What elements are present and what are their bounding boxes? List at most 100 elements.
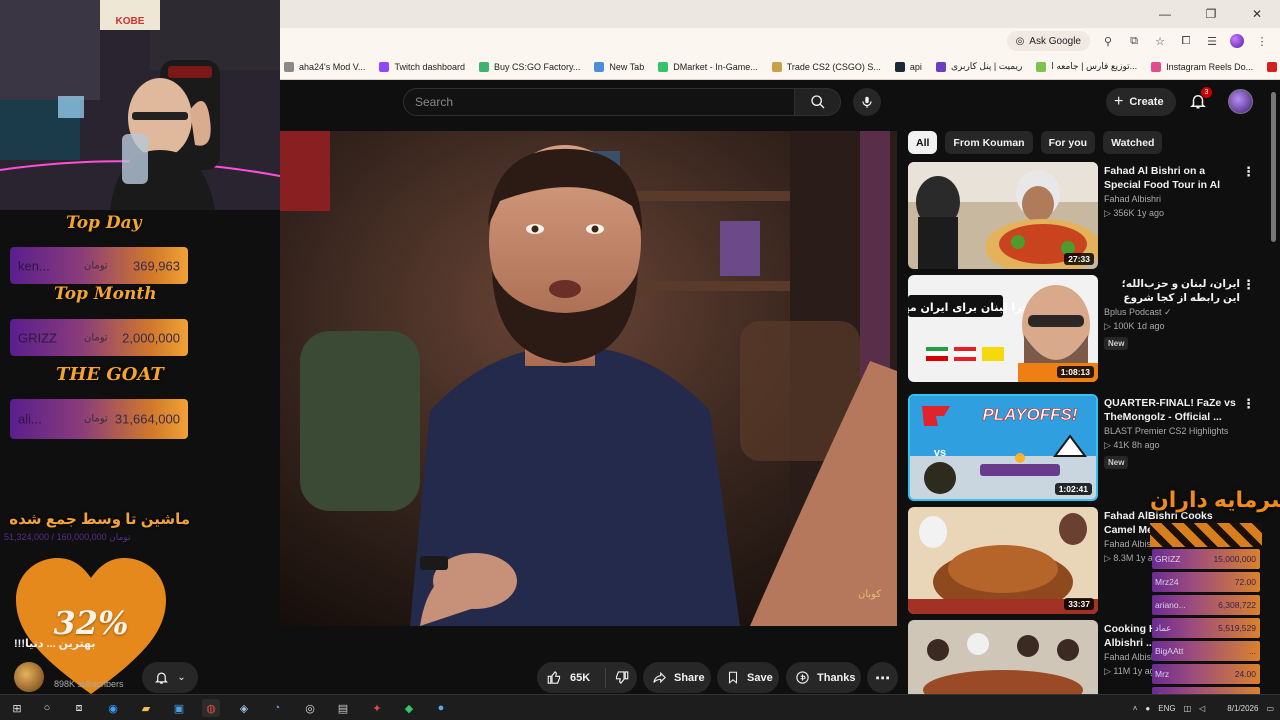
bookmark-item[interactable]: ریمیت | پنل کاربری (935, 61, 1023, 72)
bookmark-label: توزیع فارس | جامعه ا... (1051, 61, 1138, 71)
investor-name: Mrz (1155, 669, 1170, 679)
more-options-button[interactable]: ⋮ (1242, 396, 1255, 412)
bookmark-favicon-icon (771, 61, 782, 72)
profile-avatar[interactable] (1230, 34, 1244, 48)
voice-search-button[interactable] (853, 88, 881, 116)
bookmark-item[interactable]: DMarket - In-Game... (658, 61, 758, 72)
notifications-button[interactable]: 3 (1187, 87, 1212, 112)
filter-chip[interactable]: From Kouman (945, 131, 1033, 154)
tray-chevron-icon[interactable]: ˄ (1133, 704, 1138, 713)
recommendation-item[interactable]: PLAYOFFS! vs 1:02:41 QUARTER-FINAL! FaZe… (908, 394, 1268, 502)
recommendation-title[interactable]: QUARTER-FINAL! FaZe vs TheMongolz - Offi… (1104, 396, 1240, 424)
app-icon-red[interactable]: ✦ (368, 699, 386, 717)
bookmark-item[interactable]: Instagram Reels Do... (1151, 61, 1253, 72)
bookmark-label: ریمیت | پنل کاربری (950, 61, 1023, 71)
bookmark-item[interactable]: Buy CS:GO Factory... (478, 61, 580, 72)
recommendation-channel[interactable]: Fahad Albishri (1104, 194, 1161, 204)
thanks-button[interactable]: Thanks (786, 662, 861, 693)
extensions-icon[interactable]: ⧠ (1178, 33, 1194, 49)
network-icon[interactable]: ◫ (1184, 704, 1192, 713)
recommendation-item[interactable]: 27:33 Fahad Al Bishri on a Special Food … (908, 162, 1268, 270)
install-app-icon[interactable]: ⧉ (1126, 33, 1142, 49)
create-button[interactable]: + Create (1106, 88, 1176, 116)
zoom-icon[interactable]: ⚲ (1100, 33, 1116, 49)
microphone-tray-icon[interactable]: ● (1145, 704, 1150, 713)
omnibox-actions: ◎ Ask Google ⚲ ⧉ ☆ ⧠ ☰ ⋮ (1006, 31, 1270, 51)
video-thumbnail[interactable] (908, 620, 1098, 694)
bookmark-star-icon[interactable]: ☆ (1152, 33, 1168, 49)
hazard-stripe-bar (1150, 523, 1262, 547)
recommendation-title[interactable]: ایران، لبنان و حزب‌الله؛ این رابطه از کج… (1104, 277, 1240, 305)
steam-icon[interactable]: ◈ (235, 699, 253, 717)
bookmark-item[interactable]: توزیع فارس | جامعه ا... (1036, 61, 1137, 72)
bookmark-item[interactable]: قیمت و خرید پایه می... (1267, 61, 1280, 72)
super-thanks-icon (796, 671, 809, 684)
recommendation-channel[interactable]: BLAST Premier CS2 Highlights (1104, 426, 1228, 436)
thumbnail-text: PLAYOFFS! (982, 405, 1077, 424)
more-options-button[interactable]: ⋮ (1242, 277, 1255, 293)
windows-start-icon[interactable]: ⊞ (8, 699, 26, 717)
recommendation-item[interactable]: چرا لبنان برای ایران مهمه؟ 1:08:13 ایران… (908, 275, 1268, 383)
video-thumbnail[interactable]: PLAYOFFS! vs 1:02:41 (908, 394, 1098, 501)
new-badge: New (1104, 337, 1129, 350)
notification-center-icon[interactable]: ▭ (1266, 704, 1274, 713)
discord-icon[interactable]: ◔ (268, 699, 286, 717)
menu-kebab-icon[interactable]: ⋮ (1254, 33, 1270, 49)
bookmark-item[interactable]: Twitch dashboard (379, 61, 465, 72)
share-icon (653, 671, 666, 684)
search-input[interactable] (415, 95, 794, 109)
subscription-bell-button[interactable]: ⌄ (142, 662, 198, 693)
save-button[interactable]: Save (717, 662, 779, 693)
microphone-icon (862, 96, 872, 108)
recommendation-channel[interactable]: Bplus Podcast ✓ (1104, 307, 1172, 318)
like-button[interactable]: 65K (537, 662, 605, 693)
chrome-icon[interactable]: ◍ (202, 699, 220, 717)
filter-chip[interactable]: All (908, 131, 938, 154)
account-avatar[interactable] (1228, 89, 1253, 114)
app-icon-green[interactable]: ◆ (400, 699, 418, 717)
video-thumbnail[interactable]: چرا لبنان برای ایران مهمه؟ 1:08:13 (908, 275, 1098, 382)
ask-google-button[interactable]: ◎ Ask Google (1006, 31, 1090, 51)
bookmark-item[interactable]: api (894, 61, 922, 72)
minimize-button[interactable]: — (1142, 0, 1188, 28)
app-icon[interactable]: ▤ (334, 699, 352, 717)
investor-row: BigAAtt... (1152, 641, 1260, 661)
bookmark-item[interactable]: aha24's Mod V... (284, 61, 365, 72)
volume-icon[interactable]: ◁ (1199, 704, 1205, 713)
channel-avatar[interactable] (14, 662, 44, 692)
bookmark-item[interactable]: Trade CS2 (CSGO) S... (771, 61, 881, 72)
search-button[interactable] (795, 88, 841, 116)
app-icon-blue[interactable]: ● (432, 699, 450, 717)
more-actions-button[interactable]: ⋯ (867, 662, 898, 693)
bookmark-item[interactable]: New Tab (594, 61, 644, 72)
store-icon[interactable]: ▣ (170, 699, 188, 717)
file-explorer-icon[interactable]: ▰ (137, 699, 155, 717)
more-options-button[interactable]: ⋮ (1242, 164, 1255, 180)
video-thumbnail[interactable]: 27:33 (908, 162, 1098, 269)
video-player[interactable]: کوبان (280, 131, 897, 626)
donor-amount: 369,963 (133, 258, 180, 273)
investor-name: Mrz24 (1155, 577, 1179, 587)
obs-icon[interactable]: ◎ (301, 699, 319, 717)
system-tray: ˄ ● ENG ◫ ◁ 8/1/2026 ▭ (1133, 695, 1274, 720)
page-scrollbar[interactable] (1271, 92, 1276, 242)
search-icon[interactable]: ○ (38, 699, 56, 717)
bookmark-favicon-icon (1151, 61, 1162, 72)
task-view-icon[interactable]: ⧈ (70, 699, 88, 717)
duration-badge: 1:08:13 (1056, 366, 1094, 378)
filter-chip[interactable]: Watched (1103, 131, 1163, 154)
ask-google-label: Ask Google (1029, 35, 1081, 47)
dislike-button[interactable] (606, 662, 637, 693)
reading-list-icon[interactable]: ☰ (1204, 33, 1220, 49)
recommendation-title[interactable]: Fahad Al Bishri on a Special Food Tour i… (1104, 164, 1240, 192)
close-button[interactable]: ✕ (1234, 0, 1280, 28)
restore-button[interactable]: ❐ (1188, 0, 1234, 28)
edge-icon[interactable]: ◉ (104, 699, 122, 717)
video-thumbnail[interactable]: 33:37 (908, 507, 1098, 614)
filter-chip[interactable]: For you (1040, 131, 1096, 154)
language-indicator[interactable]: ENG (1158, 704, 1175, 713)
investor-name: GRIZZ (1155, 554, 1181, 564)
bookmark-favicon-icon (935, 61, 946, 72)
clock-date[interactable]: 8/1/2026 (1227, 704, 1258, 713)
share-button[interactable]: Share (643, 662, 711, 693)
